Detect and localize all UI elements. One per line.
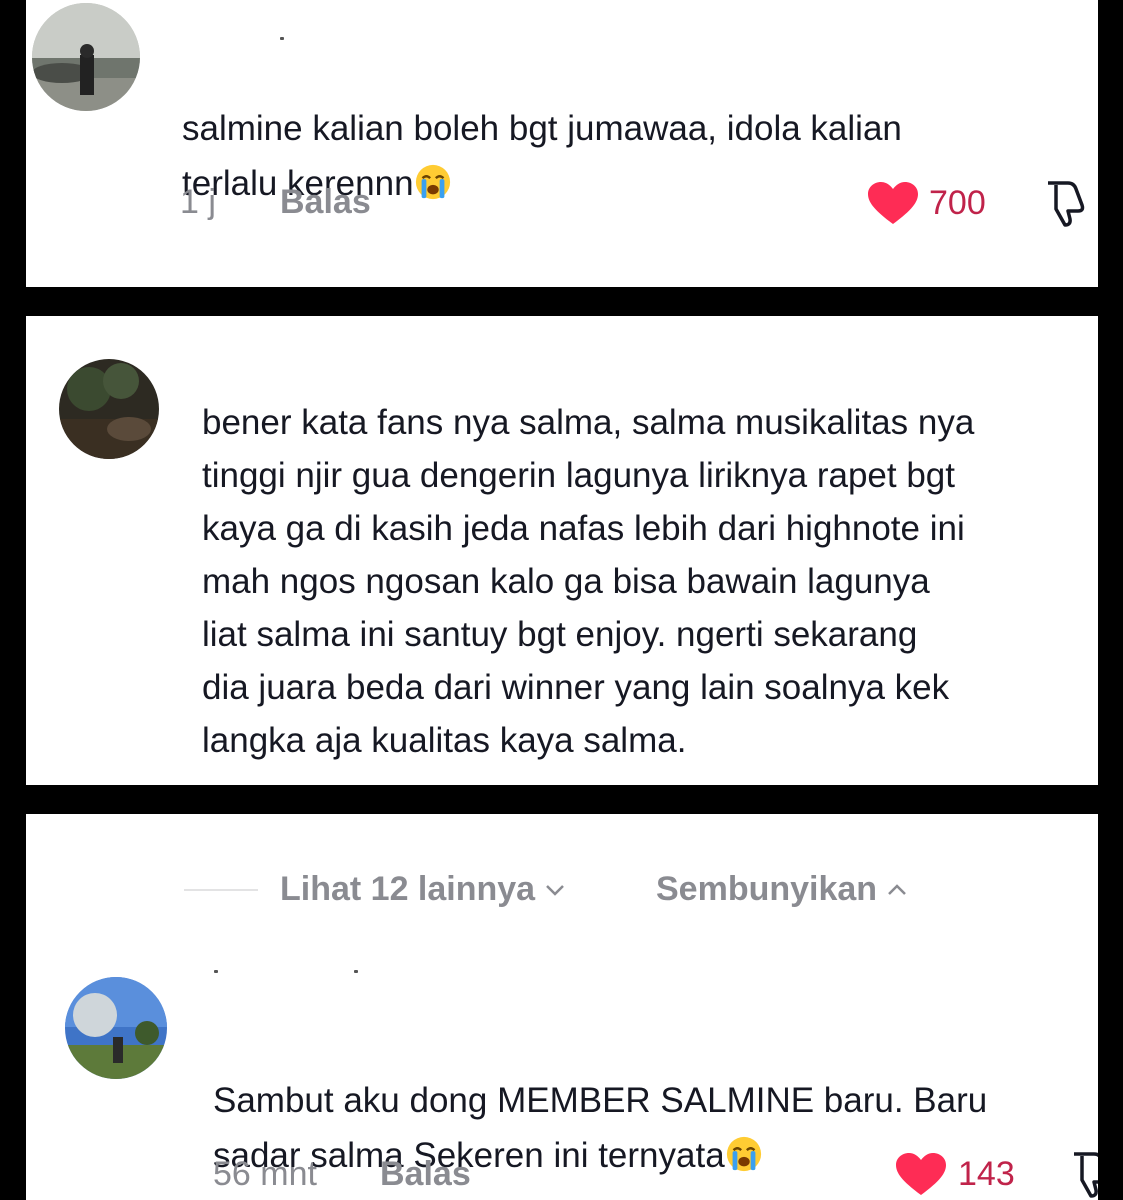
- view-more-label: Lihat 12 lainnya: [280, 870, 536, 908]
- like-count: 143: [958, 1155, 1015, 1193]
- avatar[interactable]: [65, 977, 167, 1079]
- chevron-up-icon: [888, 883, 906, 895]
- reply-button[interactable]: Balas: [380, 1155, 471, 1194]
- username-fragment: [280, 37, 284, 40]
- thumbs-down-icon[interactable]: [1042, 179, 1086, 227]
- timestamp: 56 mnt: [213, 1155, 317, 1193]
- thread-divider: [184, 889, 258, 891]
- comment-card-1: salmine kalian boleh bgt jumawaa, idola …: [26, 0, 1098, 287]
- thumbs-down-icon[interactable]: [1068, 1150, 1098, 1198]
- timestamp: 1 j: [180, 183, 216, 221]
- avatar[interactable]: [59, 359, 159, 459]
- username-fragment: [214, 970, 218, 973]
- hide-label: Sembunyikan: [656, 870, 878, 908]
- username-fragment: [354, 970, 358, 973]
- loudly-crying-face-icon: [414, 162, 452, 200]
- heart-icon[interactable]: [896, 1153, 946, 1197]
- heart-icon[interactable]: [868, 182, 918, 226]
- comment-thread: Lihat 12 lainnya Sembunyikan Sambut aku …: [26, 814, 1098, 1200]
- loudly-crying-face-icon: [725, 1134, 763, 1172]
- comment-text: Sambut aku dong MEMBER SALMINE baru. Bar…: [213, 1081, 988, 1175]
- hide-replies-button[interactable]: Sembunyikan: [656, 870, 907, 909]
- chevron-down-icon: [546, 884, 564, 896]
- avatar[interactable]: [32, 3, 140, 111]
- comment-card-2: bener kata fans nya salma, salma musikal…: [26, 316, 1098, 785]
- comment-text: bener kata fans nya salma, salma musikal…: [202, 403, 975, 760]
- reply-button[interactable]: Balas: [280, 183, 371, 222]
- like-count: 700: [929, 184, 986, 222]
- view-more-replies-button[interactable]: Lihat 12 lainnya: [280, 870, 565, 909]
